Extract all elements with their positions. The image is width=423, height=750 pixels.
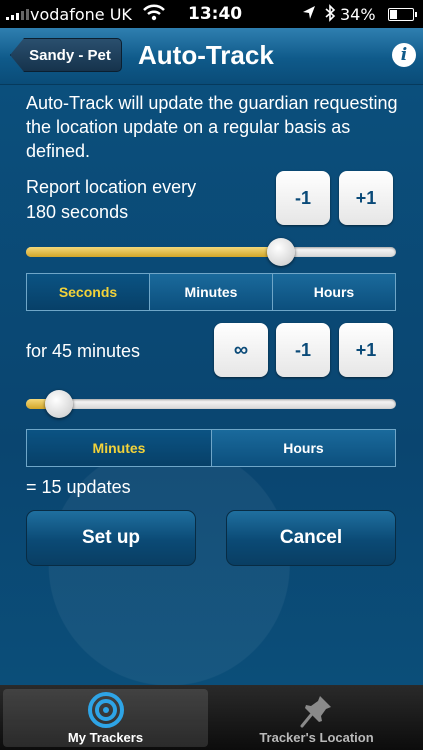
clock: 13:40 xyxy=(188,4,243,24)
tab-trackers-location-label: Tracker's Location xyxy=(259,730,374,745)
interval-slider-thumb[interactable] xyxy=(267,238,296,266)
wifi-icon xyxy=(143,4,165,26)
interval-unit-selector: Seconds Minutes Hours xyxy=(26,273,396,311)
unit-seconds-segment[interactable]: Seconds xyxy=(26,273,150,311)
report-interval-value: 180 seconds xyxy=(26,202,129,222)
info-icon[interactable]: i xyxy=(392,43,416,67)
battery-icon xyxy=(388,8,417,21)
duration-minutes-segment[interactable]: Minutes xyxy=(26,429,212,467)
duration-increment-button[interactable]: +1 xyxy=(339,323,393,377)
status-bar: vodafone UK 13:40 34% xyxy=(0,0,423,28)
intro-text: Auto-Track will update the guardian requ… xyxy=(26,93,398,161)
interval-slider-fill xyxy=(26,247,282,257)
duration-slider-thumb[interactable] xyxy=(45,390,74,418)
unit-minutes-segment[interactable]: Minutes xyxy=(150,273,273,311)
duration-label: for 45 minutes xyxy=(26,341,141,361)
updates-summary: = 15 updates xyxy=(26,477,131,497)
navigation-bar: Sandy - Pet Auto-Track i xyxy=(0,28,423,85)
target-icon xyxy=(87,691,125,734)
auto-track-panel: Auto-Track will update the guardian requ… xyxy=(0,85,423,685)
tab-trackers-location[interactable]: Tracker's Location xyxy=(214,689,419,747)
signal-strength-icon xyxy=(6,8,29,20)
interval-increment-button[interactable]: +1 xyxy=(339,171,393,225)
unit-hours-segment[interactable]: Hours xyxy=(273,273,396,311)
duration-slider[interactable] xyxy=(26,390,396,418)
page-title: Auto-Track xyxy=(138,40,274,70)
cancel-button[interactable]: Cancel xyxy=(226,510,396,566)
interval-slider[interactable] xyxy=(26,238,396,266)
report-interval-label: Report location every 180 seconds xyxy=(26,175,256,225)
bluetooth-icon xyxy=(324,4,336,26)
interval-decrement-button[interactable]: -1 xyxy=(276,171,330,225)
duration-decrement-button[interactable]: -1 xyxy=(276,323,330,377)
location-services-icon xyxy=(302,5,316,25)
tab-my-trackers[interactable]: My Trackers xyxy=(3,689,208,747)
report-interval-line1: Report location every xyxy=(26,177,197,197)
back-button[interactable]: Sandy - Pet xyxy=(10,38,122,72)
battery-percentage: 34% xyxy=(340,5,376,24)
duration-unit-selector: Minutes Hours xyxy=(26,429,396,467)
duration-hours-segment[interactable]: Hours xyxy=(212,429,396,467)
duration-infinite-button[interactable]: ∞ xyxy=(214,323,268,377)
pushpin-icon xyxy=(299,691,335,734)
tab-bar: My Trackers Tracker's Location xyxy=(0,685,423,750)
carrier-name: vodafone UK xyxy=(30,5,132,24)
tab-my-trackers-label: My Trackers xyxy=(67,730,144,745)
setup-button[interactable]: Set up xyxy=(26,510,196,566)
